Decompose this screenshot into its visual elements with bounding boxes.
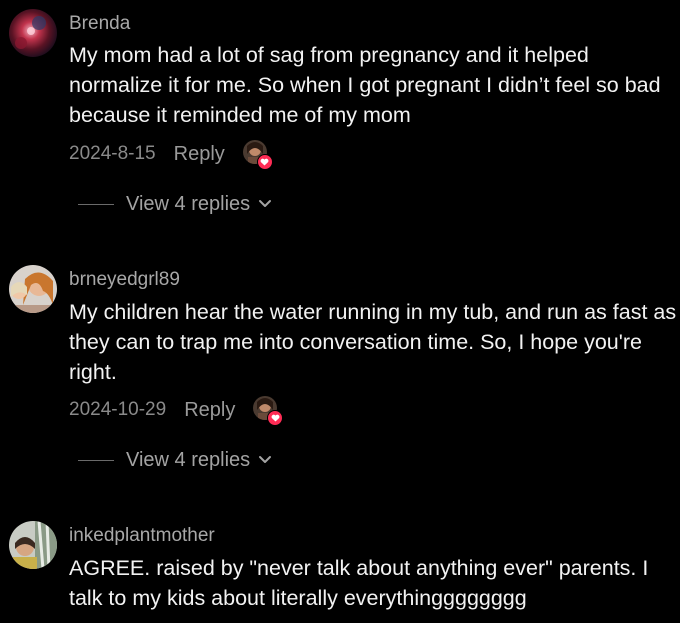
view-replies-button[interactable]: View 4 replies: [78, 445, 272, 475]
comment-username[interactable]: inkedplantmother: [69, 525, 215, 547]
comment-text: My mom had a lot of sag from pregnancy a…: [69, 43, 661, 127]
comment-meta: 2024-10-29 Reply: [69, 395, 284, 426]
comment-meta: 2024-8-15 Reply: [69, 139, 273, 170]
reply-button[interactable]: Reply: [174, 143, 225, 166]
avatar[interactable]: [9, 9, 57, 57]
comment-date: 2024-10-29: [69, 399, 167, 420]
creator-liked-indicator: [253, 396, 284, 426]
comment-date: 2024-8-15: [69, 143, 156, 164]
avatar[interactable]: [9, 265, 57, 313]
comment-text: My children hear the water running in my…: [69, 300, 677, 384]
heart-icon: [267, 410, 284, 426]
chevron-down-icon: [258, 199, 272, 209]
divider: [78, 203, 114, 205]
reply-button[interactable]: Reply: [184, 399, 235, 422]
view-replies-label: View 4 replies: [126, 192, 251, 215]
chevron-down-icon: [258, 455, 272, 465]
heart-icon: [256, 154, 273, 170]
comment-username[interactable]: brneyedgrl89: [69, 269, 180, 291]
view-replies-label: View 4 replies: [126, 448, 251, 471]
divider: [78, 459, 114, 461]
comment-username[interactable]: Brenda: [69, 13, 130, 35]
creator-liked-indicator: [242, 140, 273, 170]
comment-text: AGREE. raised by "never talk about anyth…: [69, 556, 649, 610]
view-replies-button[interactable]: View 4 replies: [78, 189, 272, 219]
avatar[interactable]: [9, 521, 57, 569]
